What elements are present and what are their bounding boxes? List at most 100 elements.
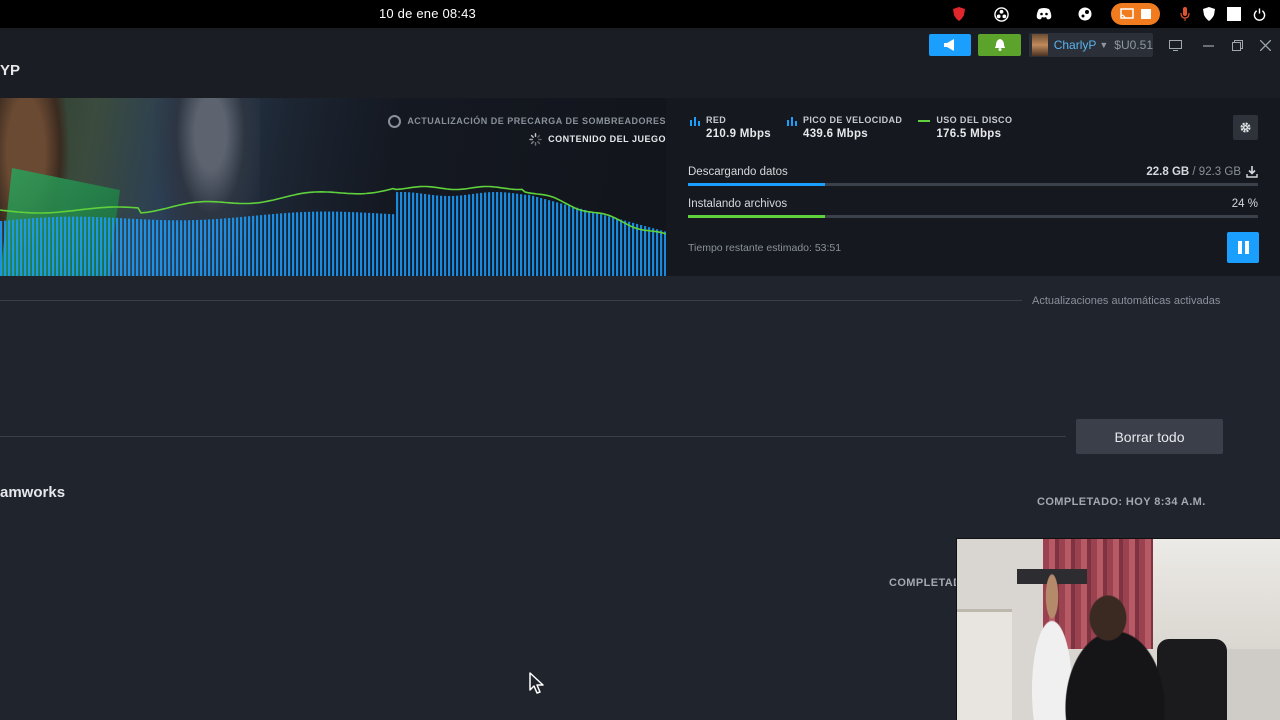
graph-bar [80, 216, 83, 276]
graph-bar [160, 220, 163, 276]
graph-bar [396, 192, 399, 276]
graph-bar [528, 194, 531, 276]
size-separator: / [1189, 166, 1199, 178]
peak-bars-icon [787, 117, 797, 126]
install-progress-fill [688, 215, 825, 218]
screencast-icon [1120, 8, 1134, 19]
shield-red-icon[interactable] [951, 4, 967, 24]
graph-bar [432, 195, 435, 276]
graph-bar [548, 200, 551, 276]
graph-bar [584, 209, 587, 276]
graph-bar [296, 212, 299, 276]
graph-bar [312, 211, 315, 276]
steam-icon[interactable] [1077, 4, 1093, 24]
graph-bar [56, 216, 59, 276]
graph-bar [360, 212, 363, 276]
graph-bar [32, 218, 35, 276]
gear-icon [1240, 122, 1251, 133]
graph-bar [444, 195, 447, 276]
install-progress-bar [688, 215, 1258, 218]
graph-bar [196, 219, 199, 276]
graph-bar [320, 211, 323, 276]
graph-bar [232, 217, 235, 276]
page-title: YP [0, 62, 21, 79]
graph-bar [644, 226, 647, 276]
bell-icon [994, 39, 1005, 51]
graph-bar [116, 217, 119, 276]
graph-bar [392, 214, 395, 276]
graph-bar [604, 215, 607, 276]
stat-value: 176.5 Mbps [936, 128, 1002, 140]
graph-bar [68, 216, 71, 276]
graph-bar [400, 192, 403, 276]
graph-bar [592, 212, 595, 276]
graph-bar [632, 222, 635, 276]
microphone-icon[interactable] [1177, 4, 1193, 24]
maximize-icon[interactable] [1228, 36, 1246, 54]
minimize-icon[interactable] [1199, 36, 1217, 54]
graph-bar [168, 220, 171, 276]
graph-bar [204, 219, 207, 276]
graph-bar [552, 201, 555, 276]
graph-bar [172, 220, 175, 276]
graph-bar [464, 194, 467, 276]
graph-bar [188, 220, 191, 276]
graph-bar [260, 215, 263, 276]
time-remaining: Tiempo restante estimado: 53:51 [688, 242, 842, 254]
graph-bar [560, 203, 563, 276]
window-icon[interactable] [1226, 4, 1242, 24]
graph-bar [484, 192, 487, 276]
graph-bar [236, 217, 239, 276]
graph-bar [384, 213, 387, 276]
stop-icon [1140, 9, 1151, 19]
account-menu[interactable]: CharlyP ▼ $U0.51 [1029, 33, 1153, 57]
graph-bar [308, 211, 311, 276]
graph-bar [480, 192, 483, 276]
megaphone-icon [944, 39, 954, 51]
graph-bar [256, 215, 259, 276]
graph-bar [92, 216, 95, 276]
clear-all-button[interactable]: Borrar todo [1076, 419, 1223, 454]
graph-bar [388, 213, 391, 276]
stat-value: 439.6 Mbps [803, 128, 868, 140]
pause-button[interactable] [1227, 232, 1259, 263]
graph-bar [368, 212, 371, 276]
legend-content-label: CONTENIDO DEL JUEGO [548, 134, 666, 144]
big-picture-icon[interactable] [1166, 36, 1184, 54]
clock[interactable]: 10 de ene 08:43 [379, 6, 476, 21]
vpn-shield-icon[interactable] [1201, 4, 1217, 24]
avatar [1032, 34, 1048, 56]
wallet-balance: $U0.51 [1114, 38, 1153, 52]
notifications-button[interactable] [978, 34, 1021, 56]
graph-bar [52, 217, 55, 276]
graph-bar [332, 211, 335, 276]
announcements-button[interactable] [929, 34, 971, 56]
graph-bar [524, 194, 527, 276]
completed-game-name[interactable]: amworks [0, 484, 65, 501]
graph-bar [316, 211, 319, 276]
download-settings-button[interactable] [1233, 115, 1258, 140]
graph-bar [324, 211, 327, 276]
discord-icon[interactable] [1036, 4, 1052, 24]
graph-bar [372, 213, 375, 276]
graph-bar [72, 216, 75, 276]
obs-icon[interactable] [993, 4, 1009, 24]
graph-bar [84, 216, 87, 276]
graph-bar [656, 229, 659, 276]
auto-updates-status: Actualizaciones automáticas activadas [1032, 295, 1221, 307]
stat-network: RED 210.9 Mbps [690, 115, 771, 140]
graph-bar [156, 219, 159, 276]
completed-timestamp: COMPLETAD [889, 577, 962, 589]
close-icon[interactable] [1256, 36, 1274, 54]
graph-bar [240, 216, 243, 276]
graph-bar [132, 218, 135, 276]
graph-bar [60, 216, 63, 276]
graph-bar [128, 218, 131, 276]
graph-bar [660, 230, 663, 276]
power-icon[interactable] [1251, 4, 1267, 24]
screencast-indicator[interactable] [1111, 3, 1160, 25]
disk-line-icon [918, 120, 931, 122]
graph-bar [216, 218, 219, 276]
stat-peak: PICO DE VELOCIDAD 439.6 Mbps [787, 115, 902, 140]
graph-bar [48, 217, 51, 276]
